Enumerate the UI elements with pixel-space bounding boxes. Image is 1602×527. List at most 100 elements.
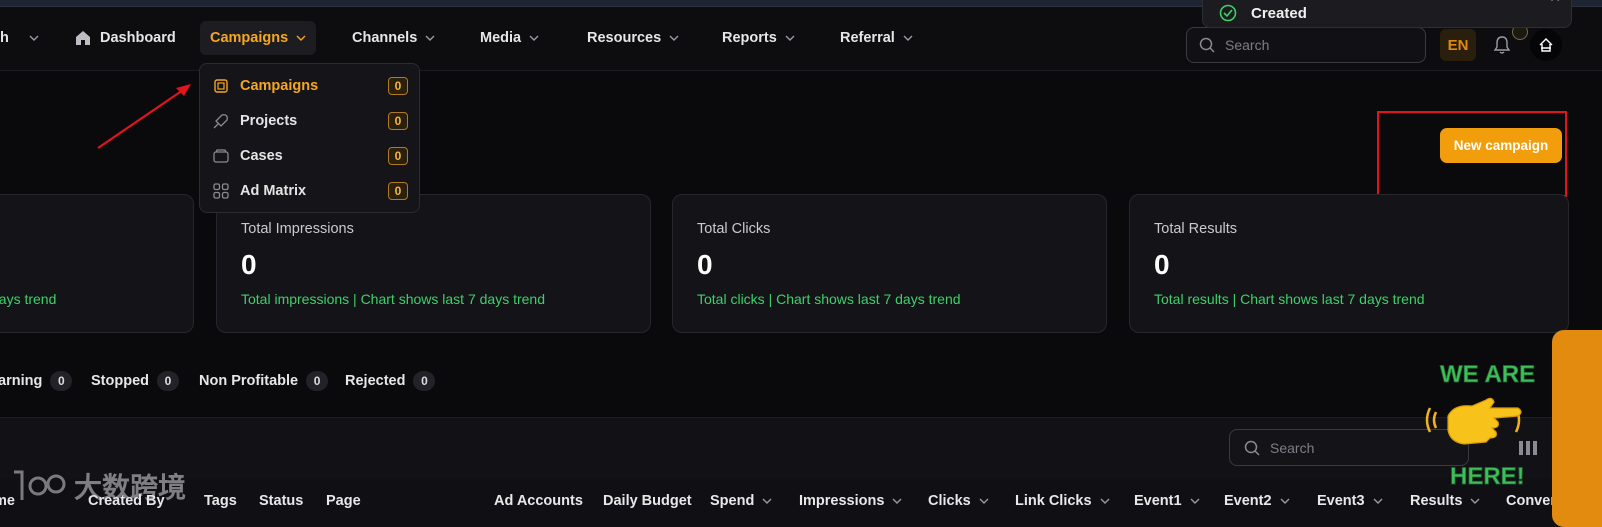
column-header-event2[interactable]: Event2 <box>1224 493 1290 509</box>
column-header-label: Impressions <box>799 493 885 509</box>
success-toast: Created ✕ <box>1202 0 1572 28</box>
language-switcher[interactable]: EN <box>1440 29 1476 61</box>
nav-dashboard[interactable]: Dashboard <box>64 21 186 55</box>
bell-icon[interactable] <box>1492 35 1512 55</box>
status-tab-learning[interactable]: arning 0 <box>0 370 73 392</box>
count-badge: 0 <box>388 77 408 95</box>
status-tab-stopped[interactable]: Stopped 0 <box>91 370 179 392</box>
column-header-status[interactable]: Status <box>259 493 303 509</box>
close-icon[interactable]: ✕ <box>1549 0 1561 6</box>
nav-referral[interactable]: Referral <box>830 21 923 55</box>
dropdown-item-projects[interactable]: Projects 0 <box>212 107 408 135</box>
nav-media[interactable]: Media <box>470 21 549 55</box>
chevron-down-icon <box>669 35 679 41</box>
chevron-down-icon <box>296 35 306 41</box>
nav-channels-label: Channels <box>352 30 418 46</box>
promo-line2: HERE! <box>1450 463 1525 490</box>
stat-card-subtitle: Total clicks | Chart shows last 7 days t… <box>697 291 961 307</box>
watermark-mark-icon <box>14 470 66 500</box>
grid-icon <box>213 183 229 199</box>
column-header-page[interactable]: Page <box>326 493 361 509</box>
stat-card-partial: days trend <box>0 194 194 333</box>
watermark-logo: 大数跨境 <box>10 466 186 506</box>
folder-icon <box>213 149 229 163</box>
dropdown-item-label: Projects <box>240 113 298 129</box>
status-tab-count: 0 <box>413 371 436 391</box>
chevron-down-icon <box>1100 498 1110 504</box>
stat-card-subtitle: Total impressions | Chart shows last 7 d… <box>241 291 545 307</box>
stat-card-impressions: Total Impressions 0 Total impressions | … <box>216 194 651 333</box>
chevron-down-icon <box>1470 498 1480 504</box>
chevron-down-icon <box>529 35 539 41</box>
column-header-event3[interactable]: Event3 <box>1317 493 1383 509</box>
nav-media-label: Media <box>480 30 522 46</box>
status-tab-non-profitable[interactable]: Non Profitable 0 <box>199 370 329 392</box>
dropdown-item-ad-matrix[interactable]: Ad Matrix 0 <box>212 177 408 205</box>
column-header-event1[interactable]: Event1 <box>1134 493 1200 509</box>
home-icon <box>76 31 90 45</box>
column-header-daily-budget[interactable]: Daily Budget <box>603 493 692 509</box>
dropdown-item-label: Cases <box>240 148 283 164</box>
stat-card-title: Total Clicks <box>697 221 771 237</box>
chevron-down-icon <box>785 35 795 41</box>
dropdown-item-campaigns[interactable]: Campaigns 0 <box>212 72 408 100</box>
language-label: EN <box>1447 36 1469 54</box>
promo-line1: WE ARE <box>1440 361 1535 388</box>
annotation-arrow <box>97 84 191 149</box>
column-header-label: Event3 <box>1317 493 1365 509</box>
status-tab-label: Rejected <box>345 373 406 389</box>
column-header-label: Status <box>259 493 304 509</box>
column-header-label: Link Clicks <box>1015 493 1092 509</box>
nav-dashboard-label: Dashboard <box>100 30 176 46</box>
we-are-here-widget[interactable]: WE ARE HERE! <box>1420 356 1570 496</box>
chevron-down-icon <box>425 35 435 41</box>
nav-campaigns-label: Campaigns <box>210 30 289 46</box>
nav-resources[interactable]: Resources <box>577 21 689 55</box>
stat-card-value: 0 <box>241 249 257 280</box>
column-header-ad-accounts[interactable]: Ad Accounts <box>494 493 583 509</box>
global-search-placeholder: Search <box>1225 37 1270 53</box>
column-header-label: Event1 <box>1134 493 1182 509</box>
chevron-down-icon <box>979 498 989 504</box>
status-tab-count: 0 <box>306 371 329 391</box>
stat-card-value: 0 <box>1154 249 1170 280</box>
nav-referral-label: Referral <box>840 30 895 46</box>
status-tab-rejected[interactable]: Rejected 0 <box>345 370 436 392</box>
column-header-label: Tags <box>204 493 237 509</box>
stat-card-title: Total Impressions <box>241 221 354 237</box>
chip-icon <box>214 79 228 93</box>
chevron-down-icon <box>1373 498 1383 504</box>
column-header-tags[interactable]: Tags <box>204 493 237 509</box>
nav-reports[interactable]: Reports <box>712 21 805 55</box>
column-header-label: Page <box>326 493 361 509</box>
nav-campaigns[interactable]: Campaigns <box>200 21 317 55</box>
watermark-text: 大数跨境 <box>74 472 187 503</box>
column-header-label: Ad Accounts <box>494 493 583 509</box>
search-icon <box>1244 440 1260 456</box>
rocket-icon <box>213 114 228 129</box>
stat-card-value: 0 <box>697 249 713 280</box>
dropdown-item-label: Campaigns <box>240 78 319 94</box>
check-circle-icon <box>1219 4 1237 22</box>
column-header-clicks[interactable]: Clicks <box>928 493 989 509</box>
status-tab-label: arning <box>0 373 43 389</box>
column-header-spend[interactable]: Spend <box>710 493 772 509</box>
new-campaign-button[interactable]: New campaign <box>1440 128 1562 163</box>
column-header-label: Daily Budget <box>603 493 692 509</box>
nav-workspace-switcher[interactable]: h <box>0 21 49 55</box>
nav-channels[interactable]: Channels <box>342 21 445 55</box>
stat-card-subtitle: Total results | Chart shows last 7 days … <box>1154 291 1425 307</box>
column-header-link-clicks[interactable]: Link Clicks <box>1015 493 1110 509</box>
chevron-down-icon <box>1280 498 1290 504</box>
toast-message: Created <box>1251 4 1307 22</box>
column-header-impressions[interactable]: Impressions <box>799 493 902 509</box>
status-tab-count: 0 <box>157 371 179 391</box>
chevron-down-icon <box>903 35 913 41</box>
status-tab-label: Stopped <box>91 373 149 389</box>
global-search-input[interactable]: Search <box>1186 27 1426 63</box>
home-outline-icon <box>1539 38 1553 52</box>
dropdown-item-cases[interactable]: Cases 0 <box>212 142 408 170</box>
account-menu-button[interactable] <box>1530 29 1562 61</box>
chevron-down-icon <box>892 498 902 504</box>
count-badge: 0 <box>388 147 408 165</box>
